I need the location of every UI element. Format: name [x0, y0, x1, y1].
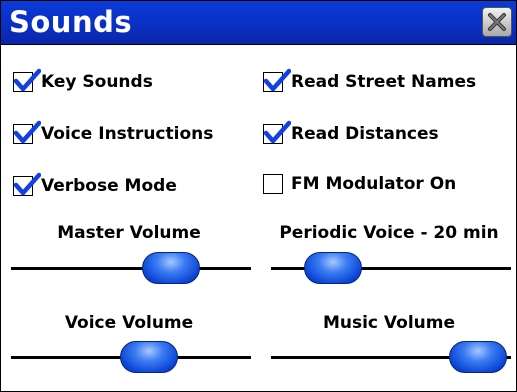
close-icon: [488, 13, 506, 31]
checkmark-icon: [13, 120, 41, 144]
sounds-dialog: Sounds Key Sounds Voice Instructions Ver…: [0, 0, 517, 392]
voice-instructions-label: Voice Instructions: [41, 124, 214, 144]
music-volume-thumb[interactable]: [449, 341, 508, 373]
fm-modulator-checkbox[interactable]: [263, 174, 283, 194]
verbose-mode-label: Verbose Mode: [41, 176, 177, 196]
close-button[interactable]: [482, 7, 512, 37]
master-volume-thumb[interactable]: [142, 252, 201, 284]
key-sounds-label: Key Sounds: [41, 72, 153, 92]
master-volume-label: Master Volume: [57, 223, 201, 243]
music-volume-label: Music Volume: [322, 313, 456, 333]
voice-instructions-checkbox[interactable]: [13, 120, 41, 144]
verbose-mode-option[interactable]: Verbose Mode: [13, 171, 177, 201]
voice-volume-thumb[interactable]: [120, 341, 179, 373]
master-volume-track[interactable]: [11, 267, 251, 270]
title-bar: Sounds: [1, 1, 516, 45]
read-distances-label: Read Distances: [291, 124, 439, 144]
read-street-names-label: Read Street Names: [291, 72, 477, 92]
checkmark-icon: [263, 120, 291, 144]
read-distances-checkbox[interactable]: [263, 120, 291, 144]
key-sounds-option[interactable]: Key Sounds: [13, 67, 153, 97]
key-sounds-checkbox[interactable]: [13, 68, 41, 92]
window-title: Sounds: [9, 5, 133, 39]
read-distances-option[interactable]: Read Distances: [263, 119, 439, 149]
verbose-mode-checkbox[interactable]: [13, 172, 41, 196]
fm-modulator-label: FM Modulator On: [291, 174, 457, 194]
periodic-voice-thumb[interactable]: [303, 252, 362, 284]
fm-modulator-option[interactable]: FM Modulator On: [263, 169, 456, 199]
checkmark-icon: [13, 172, 41, 196]
read-street-names-option[interactable]: Read Street Names: [263, 67, 476, 97]
checkmark-icon: [13, 68, 41, 92]
periodic-voice-label: Periodic Voice - 20 min: [279, 223, 499, 243]
voice-instructions-option[interactable]: Voice Instructions: [13, 119, 213, 149]
checkmark-icon: [263, 68, 291, 92]
voice-volume-label: Voice Volume: [64, 313, 194, 333]
read-street-names-checkbox[interactable]: [263, 68, 291, 92]
